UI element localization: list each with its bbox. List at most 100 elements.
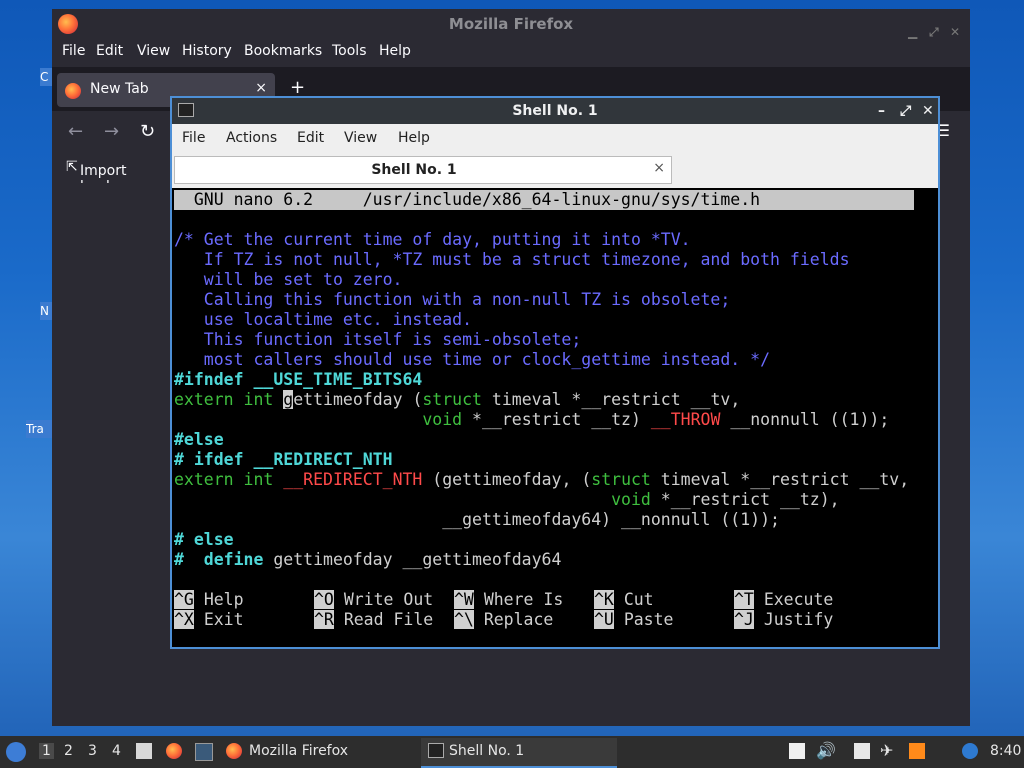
shortcut-where-is[interactable]: ^W Where Is [454, 590, 563, 610]
firefox-menubar: File Edit View History Bookmarks Tools H… [52, 39, 970, 67]
shortcut-read-file[interactable]: ^R Read File [314, 610, 433, 630]
tab-close-icon[interactable]: × [255, 80, 267, 96]
shortcut-justify[interactable]: ^J Justify [734, 610, 833, 630]
menu-bookmarks[interactable]: Bookmarks [244, 43, 322, 59]
clipboard-icon[interactable] [789, 743, 805, 759]
terminal-titlebar[interactable]: Shell No. 1 – ⤢ ✕ [172, 98, 938, 124]
shortcut-key: ^X [174, 610, 194, 629]
shortcut-label: Exit [203, 610, 244, 629]
minimize-icon[interactable]: – [878, 98, 885, 124]
macro: __THROW [650, 410, 721, 429]
reload-icon[interactable]: ↻ [140, 121, 155, 142]
shortcut-label: Read File [343, 610, 434, 629]
import-bookmarks-button[interactable]: ⇱ Import bookm [66, 159, 128, 195]
task-shell[interactable]: Shell No. 1 [421, 738, 617, 768]
keyword: void [422, 410, 463, 429]
menu-view[interactable]: View [137, 43, 170, 59]
shortcut-paste[interactable]: ^U Paste [594, 610, 673, 630]
firefox-task-icon [226, 743, 242, 759]
shortcut-key: ^J [734, 610, 754, 629]
desktop-icon-label[interactable]: Tra [26, 420, 52, 438]
code-text: gettimeofday __gettimeofday64 [263, 550, 562, 569]
shortcut-execute[interactable]: ^T Execute [734, 590, 833, 610]
keyword: extern [174, 390, 234, 409]
workspace-2[interactable]: 2 [64, 743, 73, 759]
code-text: ettimeofday ( [293, 390, 423, 409]
clock[interactable]: 8:40 [990, 743, 1021, 759]
firefox-launcher-icon[interactable] [166, 743, 182, 759]
shortcut-key: ^O [314, 590, 334, 609]
notes-icon[interactable] [854, 743, 870, 759]
menu-history[interactable]: History [182, 43, 232, 59]
shortcut-label: Replace [483, 610, 554, 629]
code-line: will be set to zero. [174, 270, 403, 289]
term-menu-help[interactable]: Help [398, 130, 430, 146]
keyword: struct [422, 390, 482, 409]
shortcut-label: Execute [763, 590, 834, 609]
taskbar: 1 2 3 4 Mozilla Firefox Shell No. 1 🔊 ✈ … [0, 736, 1024, 768]
workspace-1[interactable]: 1 [39, 743, 54, 759]
term-menu-view[interactable]: View [344, 130, 377, 146]
menu-file[interactable]: File [62, 43, 85, 59]
menu-edit[interactable]: Edit [96, 43, 123, 59]
terminal-task-icon [428, 743, 444, 758]
keyword: struct [591, 470, 651, 489]
keyword: int [243, 470, 274, 489]
code-line: This function itself is semi-obsolete; [174, 330, 582, 349]
firefox-tab-icon [65, 83, 81, 99]
new-tab-button[interactable]: + [290, 77, 305, 98]
shortcut-help[interactable]: ^G Help [174, 590, 244, 610]
shortcut-cut[interactable]: ^K Cut [594, 590, 654, 610]
code-text: *__restrict __tz) [462, 410, 651, 429]
shortcut-replace[interactable]: ^\ Replace [454, 610, 553, 630]
update-icon[interactable] [909, 743, 925, 759]
shortcut-key: ^K [594, 590, 614, 609]
shortcut-label: Justify [763, 610, 834, 629]
terminal-window: Shell No. 1 – ⤢ ✕ File Actions Edit View… [170, 96, 940, 649]
code-line: most callers should use time or clock_ge… [174, 350, 771, 369]
code-line: #ifndef __USE_TIME_BITS64 [174, 370, 423, 389]
task-firefox[interactable]: Mozilla Firefox [222, 738, 418, 766]
maximize-icon[interactable]: ⤢ [900, 98, 911, 124]
firefox-logo-icon [58, 14, 78, 34]
code-text: timeval *__restrict __tv, [481, 390, 741, 409]
shortcut-label: Where Is [483, 590, 564, 609]
code-line: extern int gettimeofday (struct timeval … [174, 390, 740, 410]
code-line: # define gettimeofday __gettimeofday64 [174, 550, 561, 570]
term-menu-actions[interactable]: Actions [226, 130, 277, 146]
notification-icon[interactable] [962, 743, 978, 759]
nano-editor[interactable]: GNU nano 6.2 /usr/include/x86_64-linux-g… [174, 188, 938, 647]
code-text: __gettimeofday64) __nonnull ((1)); [442, 510, 780, 529]
shortcut-key: ^\ [454, 610, 474, 629]
shortcut-key: ^T [734, 590, 754, 609]
shortcut-label: Help [203, 590, 244, 609]
network-icon[interactable]: ✈ [880, 741, 893, 760]
shortcut-write-out[interactable]: ^O Write Out [314, 590, 433, 610]
workspace-3[interactable]: 3 [88, 743, 97, 759]
firefox-titlebar[interactable]: Mozilla Firefox ▁ ⤢ ✕ [52, 9, 970, 39]
code-text: timeval *__restrict __tv, [650, 470, 910, 489]
terminal-tab-close-icon[interactable]: × [653, 160, 665, 176]
workspace-4[interactable]: 4 [112, 743, 121, 759]
term-menu-file[interactable]: File [182, 130, 205, 146]
shortcut-label: Write Out [343, 590, 434, 609]
volume-icon[interactable]: 🔊 [816, 741, 836, 760]
terminal-tab[interactable]: Shell No. 1 × [174, 156, 672, 184]
terminal-tab-label: Shell No. 1 [371, 162, 457, 178]
shortcut-key: ^U [594, 610, 614, 629]
back-icon[interactable]: ← [68, 121, 83, 142]
keyword: void [611, 490, 651, 509]
shortcut-exit[interactable]: ^X Exit [174, 610, 244, 630]
menu-tools[interactable]: Tools [332, 43, 367, 59]
term-menu-edit[interactable]: Edit [297, 130, 324, 146]
code-text: *__restrict __tz), [650, 490, 840, 509]
code-line: void *__restrict __tz) __THROW __nonnull… [174, 410, 889, 430]
file-manager-icon[interactable] [136, 743, 152, 759]
terminal-launcher-icon[interactable] [195, 743, 213, 761]
forward-icon[interactable]: → [104, 121, 119, 142]
firefox-window-title: Mozilla Firefox [448, 15, 574, 33]
start-menu-icon[interactable] [6, 742, 26, 762]
menu-help[interactable]: Help [379, 43, 411, 59]
close-icon[interactable]: ✕ [922, 98, 934, 124]
code-line: If TZ is not null, *TZ must be a struct … [174, 250, 850, 269]
